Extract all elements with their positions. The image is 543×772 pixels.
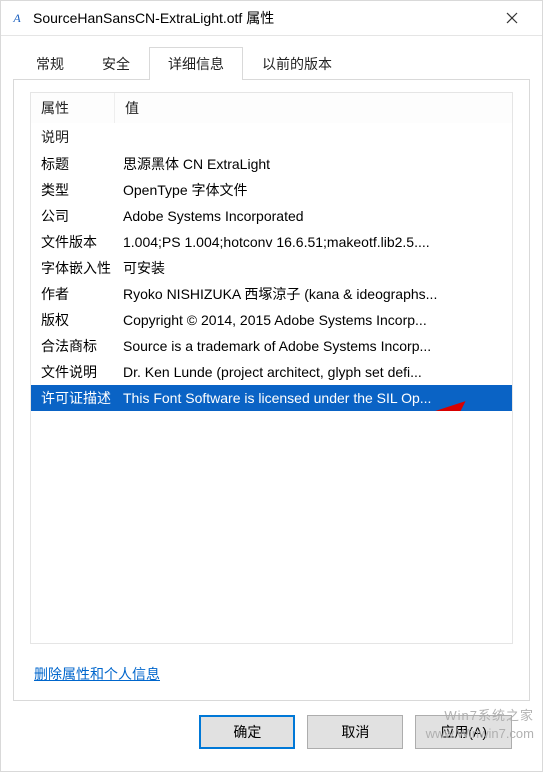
remove-properties-link-row: 删除属性和个人信息: [14, 644, 529, 692]
row-value: 可安装: [115, 258, 512, 278]
row-value: Dr. Ken Lunde (project architect, glyph …: [115, 364, 512, 380]
list-row[interactable]: 版权 Copyright © 2014, 2015 Adobe Systems …: [31, 307, 512, 333]
row-property: 类型: [31, 180, 115, 200]
row-value: Copyright © 2014, 2015 Adobe Systems Inc…: [115, 312, 512, 328]
column-header-property[interactable]: 属性: [31, 93, 115, 123]
tab-general[interactable]: 常规: [17, 47, 83, 80]
properties-dialog: A SourceHanSansCN-ExtraLight.otf 属性 常规 安…: [0, 0, 543, 772]
row-value: Source is a trademark of Adobe Systems I…: [115, 338, 512, 354]
tab-security[interactable]: 安全: [83, 47, 149, 80]
row-property: 作者: [31, 284, 115, 304]
font-file-icon: A: [9, 10, 25, 26]
cancel-button[interactable]: 取消: [307, 715, 403, 749]
row-property: 字体嵌入性: [31, 258, 115, 278]
remove-properties-link[interactable]: 删除属性和个人信息: [34, 666, 160, 682]
group-header-description: 说明: [31, 123, 512, 151]
row-value: Ryoko NISHIZUKA 西塚涼子 (kana & ideographs.…: [115, 284, 512, 304]
list-row[interactable]: 公司 Adobe Systems Incorporated: [31, 203, 512, 229]
list-row[interactable]: 文件说明 Dr. Ken Lunde (project architect, g…: [31, 359, 512, 385]
client-area: 常规 安全 详细信息 以前的版本 属性 值 说明 标题 思源黑体 CN Extr…: [1, 36, 542, 771]
row-property: 文件说明: [31, 362, 115, 382]
tab-previous-versions[interactable]: 以前的版本: [243, 47, 351, 80]
list-row[interactable]: 类型 OpenType 字体文件: [31, 177, 512, 203]
list-row-selected[interactable]: 许可证描述 This Font Software is licensed und…: [31, 385, 512, 411]
ok-button[interactable]: 确定: [199, 715, 295, 749]
list-row[interactable]: 作者 Ryoko NISHIZUKA 西塚涼子 (kana & ideograp…: [31, 281, 512, 307]
close-button[interactable]: [492, 3, 532, 33]
tab-page-details: 属性 值 说明 标题 思源黑体 CN ExtraLight 类型 OpenTyp…: [13, 79, 530, 701]
window-title: SourceHanSansCN-ExtraLight.otf 属性: [33, 8, 492, 28]
row-property: 公司: [31, 206, 115, 226]
property-list[interactable]: 属性 值 说明 标题 思源黑体 CN ExtraLight 类型 OpenTyp…: [30, 92, 513, 644]
list-row[interactable]: 字体嵌入性 可安装: [31, 255, 512, 281]
row-value: OpenType 字体文件: [115, 180, 512, 200]
tab-strip: 常规 安全 详细信息 以前的版本: [17, 46, 530, 79]
list-row[interactable]: 标题 思源黑体 CN ExtraLight: [31, 151, 512, 177]
row-value: 思源黑体 CN ExtraLight: [115, 154, 512, 174]
tab-details[interactable]: 详细信息: [149, 47, 243, 80]
list-row[interactable]: 合法商标 Source is a trademark of Adobe Syst…: [31, 333, 512, 359]
apply-button[interactable]: 应用(A): [415, 715, 512, 749]
row-property: 标题: [31, 154, 115, 174]
list-row[interactable]: 文件版本 1.004;PS 1.004;hotconv 16.6.51;make…: [31, 229, 512, 255]
row-property: 版权: [31, 310, 115, 330]
row-value: 1.004;PS 1.004;hotconv 16.6.51;makeotf.l…: [115, 234, 512, 250]
close-icon: [506, 12, 518, 24]
row-property: 许可证描述: [31, 388, 115, 408]
column-header-value[interactable]: 值: [115, 93, 512, 123]
list-header: 属性 值: [31, 93, 512, 123]
row-property: 合法商标: [31, 336, 115, 356]
row-value: Adobe Systems Incorporated: [115, 208, 512, 224]
row-value: This Font Software is licensed under the…: [115, 390, 512, 406]
row-property: 文件版本: [31, 232, 115, 252]
titlebar: A SourceHanSansCN-ExtraLight.otf 属性: [1, 1, 542, 36]
dialog-buttons: 确定 取消 应用(A): [13, 701, 530, 765]
list-body: 说明 标题 思源黑体 CN ExtraLight 类型 OpenType 字体文…: [31, 123, 512, 411]
